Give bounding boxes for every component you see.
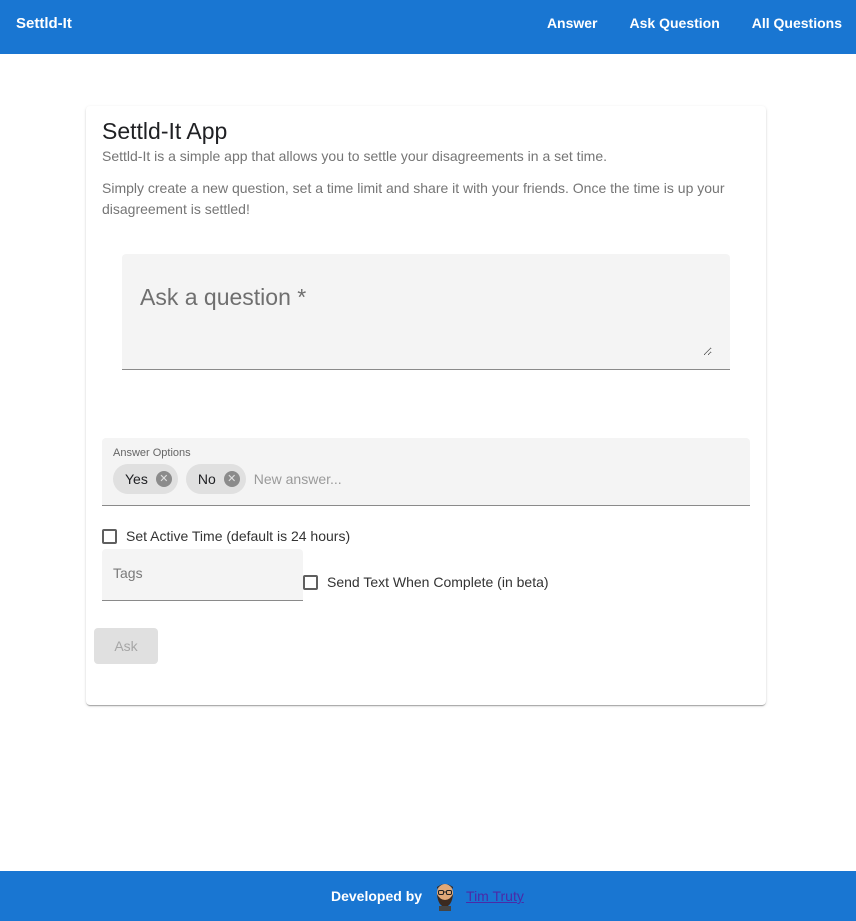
ask-question-card: Settld-It App Settld-It is a simple app … [86, 106, 766, 705]
answer-chip-yes: Yes ✕ [113, 464, 178, 494]
answer-chip-list: Yes ✕ No ✕ [113, 464, 454, 494]
developer-link[interactable]: Tim Truty [466, 888, 524, 904]
app-footer: Developed by Tim Truty [0, 871, 856, 921]
cancel-icon[interactable]: ✕ [155, 471, 172, 487]
app-description: Settld-It is a simple app that allows yo… [102, 148, 608, 164]
chip-label: No [197, 471, 216, 487]
ask-button[interactable]: Ask [94, 628, 158, 664]
nav-all-questions[interactable]: All Questions [752, 15, 842, 31]
question-input[interactable] [140, 284, 712, 356]
bearded-man-avatar-icon [437, 884, 454, 911]
chip-label: Yes [125, 471, 148, 487]
main-nav: Answer Ask Question All Questions [547, 15, 842, 31]
nav-answer[interactable]: Answer [547, 15, 598, 31]
send-text-label: Send Text When Complete (in beta) [327, 574, 549, 590]
developer-credit: Developed by Tim Truty [331, 881, 524, 911]
active-time-checkbox[interactable] [102, 528, 117, 544]
question-field [122, 254, 730, 370]
answer-options-label: Answer Options [113, 447, 191, 459]
answer-chip-no: No ✕ [185, 464, 246, 494]
answer-options-field: Answer Options Yes ✕ No ✕ [102, 438, 750, 506]
brand-logo[interactable]: Settld-It [16, 15, 72, 32]
tags-input[interactable] [113, 565, 293, 581]
send-text-checkbox[interactable] [303, 574, 318, 590]
app-instructions: Simply create a new question, set a time… [102, 180, 725, 217]
send-text-option[interactable]: Send Text When Complete (in beta) [303, 574, 549, 590]
app-header: Settld-It Answer Ask Question All Questi… [0, 0, 856, 54]
nav-ask-question[interactable]: Ask Question [630, 15, 720, 31]
page-title: Settld-It App [102, 118, 228, 144]
developed-by-label: Developed by [331, 888, 423, 904]
new-answer-input[interactable] [253, 471, 454, 487]
tags-field [102, 549, 303, 601]
cancel-icon[interactable]: ✕ [223, 471, 240, 487]
active-time-label: Set Active Time (default is 24 hours) [126, 528, 351, 544]
active-time-option[interactable]: Set Active Time (default is 24 hours) [102, 528, 350, 544]
